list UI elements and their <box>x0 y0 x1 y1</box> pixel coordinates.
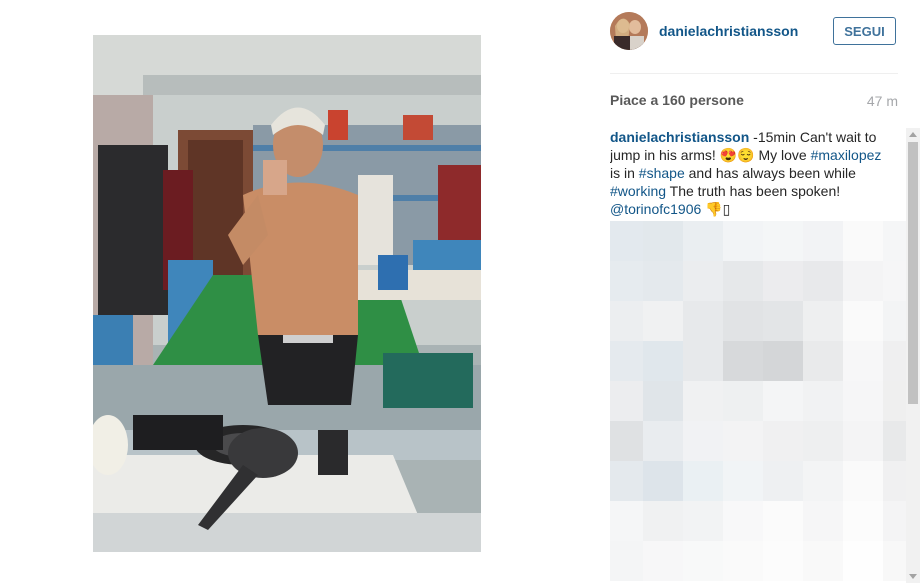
blur-tile <box>610 221 643 261</box>
blur-tile <box>843 261 883 301</box>
blur-tile <box>843 541 883 581</box>
blur-tile <box>610 501 643 541</box>
blur-tile <box>723 341 763 381</box>
blur-tile <box>843 301 883 341</box>
blur-tile <box>843 381 883 421</box>
blur-tile <box>803 261 843 301</box>
caption-text: is in <box>610 165 639 181</box>
blur-tile <box>763 541 803 581</box>
blur-tile <box>723 501 763 541</box>
caption-author-link[interactable]: danielachristiansson <box>610 129 749 145</box>
caption-text: and has always been while <box>684 165 856 181</box>
caption-text: 👎▯ <box>701 201 731 217</box>
blur-tile <box>683 381 723 421</box>
scroll-thumb[interactable] <box>908 142 918 404</box>
blur-tile <box>723 261 763 301</box>
hashtag-link[interactable]: #working <box>610 183 666 199</box>
blur-tile <box>683 501 723 541</box>
follow-button[interactable]: SEGUI <box>833 17 896 45</box>
blur-tile <box>803 381 843 421</box>
blur-tile <box>803 301 843 341</box>
blur-tile <box>803 221 843 261</box>
caption: danielachristiansson -15min Can't wait t… <box>610 128 895 218</box>
blur-tile <box>610 421 643 461</box>
blur-tile <box>803 541 843 581</box>
blur-tile <box>643 341 683 381</box>
post-header: danielachristiansson SEGUI <box>610 11 910 53</box>
blur-tile <box>723 301 763 341</box>
blur-tile <box>843 461 883 501</box>
blur-tile <box>803 461 843 501</box>
divider <box>610 73 898 74</box>
blur-tile <box>683 221 723 261</box>
blur-tile <box>723 541 763 581</box>
blur-tile <box>723 421 763 461</box>
likes-count[interactable]: Piace a 160 persone <box>610 92 744 108</box>
blur-tile <box>683 301 723 341</box>
avatar[interactable] <box>610 12 648 50</box>
blur-tile <box>763 381 803 421</box>
blur-tile <box>610 541 643 581</box>
comments-scrollbar[interactable] <box>906 128 920 583</box>
blur-tile <box>843 421 883 461</box>
blur-tile <box>803 341 843 381</box>
blur-tile <box>763 301 803 341</box>
blur-tile <box>723 461 763 501</box>
blur-tile <box>643 541 683 581</box>
scroll-up-arrow-icon[interactable] <box>909 132 917 137</box>
blur-tile <box>643 381 683 421</box>
blur-tile <box>723 381 763 421</box>
hashtag-link[interactable]: #maxilopez <box>811 147 882 163</box>
comments-list: danielachristiansson -15min Can't wait t… <box>610 128 910 583</box>
blurred-comments <box>610 221 910 581</box>
scroll-down-arrow-icon[interactable] <box>909 574 917 579</box>
hashtag-link[interactable]: #shape <box>639 165 685 181</box>
blur-tile <box>843 341 883 381</box>
blur-tile <box>610 301 643 341</box>
caption-text: The truth has been spoken! <box>666 183 841 199</box>
blur-tile <box>763 501 803 541</box>
mention-link[interactable]: @torinofc1906 <box>610 201 701 217</box>
blur-tile <box>803 501 843 541</box>
blur-tile <box>723 221 763 261</box>
blur-tile <box>683 261 723 301</box>
blur-tile <box>610 261 643 301</box>
blur-tile <box>643 501 683 541</box>
blur-tile <box>843 501 883 541</box>
blur-tile <box>763 261 803 301</box>
blur-tile <box>763 421 803 461</box>
blur-tile <box>683 541 723 581</box>
blur-tile <box>683 421 723 461</box>
blur-tile <box>763 461 803 501</box>
blur-tile <box>763 341 803 381</box>
blur-tile <box>643 461 683 501</box>
blur-tile <box>683 341 723 381</box>
blur-tile <box>643 421 683 461</box>
post-photo <box>93 35 481 552</box>
blur-tile <box>610 461 643 501</box>
username-link[interactable]: danielachristiansson <box>659 23 798 39</box>
blur-tile <box>610 341 643 381</box>
blur-tile <box>683 461 723 501</box>
blur-tile <box>763 221 803 261</box>
blur-tile <box>643 221 683 261</box>
blur-tile <box>610 381 643 421</box>
blur-tile <box>643 301 683 341</box>
blur-tile <box>803 421 843 461</box>
blur-tile <box>643 261 683 301</box>
timestamp[interactable]: 47 m <box>867 93 898 109</box>
blur-tile <box>843 221 883 261</box>
